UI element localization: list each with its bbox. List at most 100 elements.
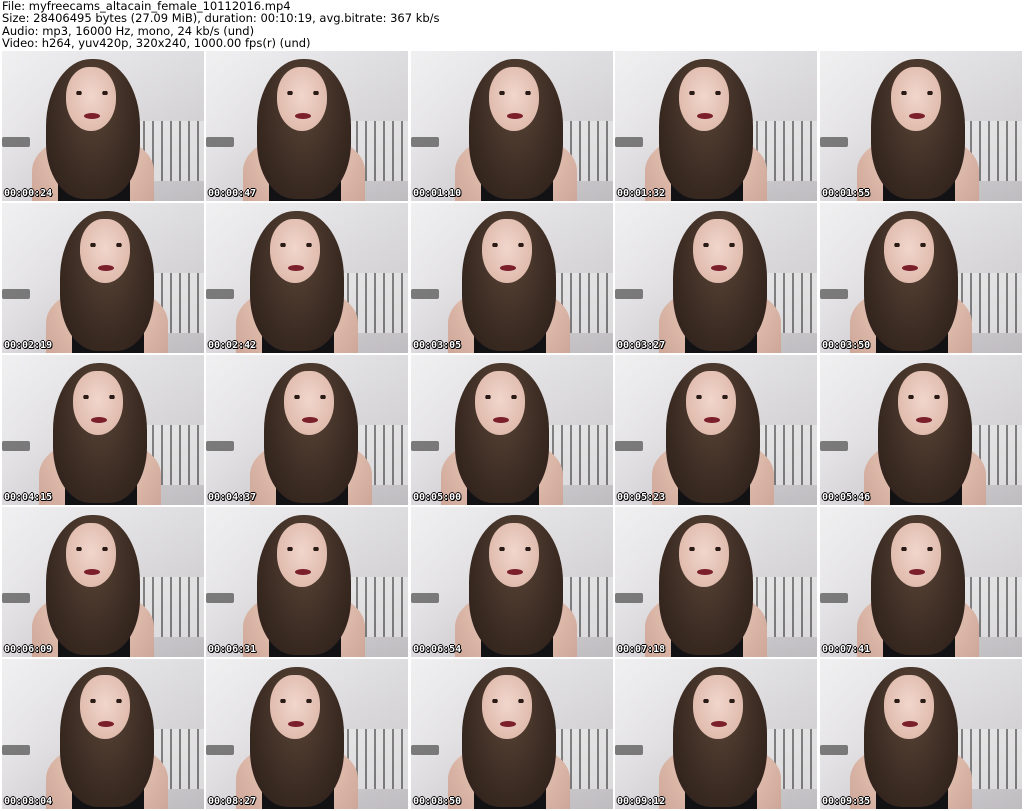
person-lips — [916, 417, 932, 423]
file-size-line: Size: 28406495 bytes (27.09 MiB), durati… — [2, 11, 440, 26]
video-thumbnail: 00:05:46 — [820, 355, 1022, 505]
person-face — [80, 675, 130, 739]
video-thumbnail: 00:01:10 — [411, 51, 613, 201]
person-lips — [500, 265, 516, 271]
thumbnail-timestamp: 00:01:32 — [617, 188, 666, 199]
person-lips — [288, 721, 304, 727]
person-lips — [902, 721, 918, 727]
person-lips — [493, 417, 509, 423]
person-face — [693, 675, 743, 739]
thumbnail-background-shelf — [615, 289, 643, 299]
video-thumbnail: 00:05:23 — [615, 355, 817, 505]
video-thumbnail: 00:00:47 — [206, 51, 408, 201]
thumbnail-timestamp: 00:08:27 — [208, 796, 257, 807]
video-thumbnail: 00:03:50 — [820, 203, 1022, 353]
thumbnail-person-figure — [641, 57, 771, 201]
thumbnail-background-shelf — [2, 745, 30, 755]
person-lips — [84, 569, 100, 575]
person-eyes — [694, 395, 730, 399]
thumbnail-background-shelf — [206, 289, 234, 299]
thumbnail-person-figure — [232, 665, 362, 809]
video-thumbnail: 00:09:12 — [615, 659, 817, 809]
thumbnail-background-shelf — [615, 137, 643, 147]
person-lips — [98, 721, 114, 727]
video-thumbnail: 00:08:04 — [2, 659, 204, 809]
person-eyes — [490, 243, 526, 247]
thumbnail-timestamp: 00:02:42 — [208, 340, 257, 351]
thumbnail-timestamp: 00:00:24 — [4, 188, 53, 199]
thumbnail-person-figure — [437, 361, 567, 505]
thumbnail-person-figure — [42, 209, 172, 353]
person-eyes — [81, 395, 117, 399]
person-eyes — [74, 547, 110, 551]
thumbnail-timestamp: 00:09:35 — [822, 796, 871, 807]
person-lips — [909, 569, 925, 575]
thumbnail-person-figure — [246, 361, 376, 505]
person-face — [277, 523, 327, 587]
person-lips — [98, 265, 114, 271]
person-eyes — [88, 699, 124, 703]
person-eyes — [278, 243, 314, 247]
person-face — [898, 371, 948, 435]
thumbnail-background-shelf — [820, 441, 848, 451]
thumbnail-background-shelf — [206, 593, 234, 603]
person-face — [679, 523, 729, 587]
person-face — [679, 67, 729, 131]
thumbnail-background-shelf — [615, 441, 643, 451]
person-lips — [295, 113, 311, 119]
person-lips — [902, 265, 918, 271]
thumbnail-background-shelf — [411, 441, 439, 451]
thumbnail-person-figure — [239, 513, 369, 657]
thumbnail-background-shelf — [206, 745, 234, 755]
video-thumbnail: 00:08:27 — [206, 659, 408, 809]
person-face — [884, 675, 934, 739]
person-face — [489, 523, 539, 587]
thumbnail-timestamp: 00:04:15 — [4, 492, 53, 503]
thumbnail-timestamp: 00:03:27 — [617, 340, 666, 351]
thumbnail-background-shelf — [206, 137, 234, 147]
thumbnail-timestamp: 00:07:41 — [822, 644, 871, 655]
thumbnail-person-figure — [42, 665, 172, 809]
person-lips — [711, 721, 727, 727]
video-thumbnail: 00:06:54 — [411, 507, 613, 657]
thumbnail-timestamp: 00:08:04 — [4, 796, 53, 807]
person-lips — [91, 417, 107, 423]
thumbnail-timestamp: 00:02:19 — [4, 340, 53, 351]
person-face — [66, 67, 116, 131]
person-lips — [84, 113, 100, 119]
person-eyes — [285, 91, 321, 95]
thumbnail-background-shelf — [820, 289, 848, 299]
person-eyes — [906, 395, 942, 399]
person-lips — [288, 265, 304, 271]
person-eyes — [74, 91, 110, 95]
video-thumbnail: 00:04:15 — [2, 355, 204, 505]
person-eyes — [292, 395, 328, 399]
thumbnail-background-shelf — [615, 745, 643, 755]
thumbnail-person-figure — [860, 361, 990, 505]
person-eyes — [899, 547, 935, 551]
thumbnail-person-figure — [853, 57, 983, 201]
thumbnail-background-shelf — [411, 593, 439, 603]
video-thumbnail: 00:04:37 — [206, 355, 408, 505]
thumbnail-person-figure — [655, 209, 785, 353]
person-eyes — [285, 547, 321, 551]
person-eyes — [687, 547, 723, 551]
thumbnail-person-figure — [846, 209, 976, 353]
person-face — [891, 523, 941, 587]
video-thumbnail: 00:03:05 — [411, 203, 613, 353]
video-thumbnail: 00:00:24 — [2, 51, 204, 201]
person-face — [73, 371, 123, 435]
thumbnail-timestamp: 00:03:05 — [413, 340, 462, 351]
thumbnail-person-figure — [232, 209, 362, 353]
person-lips — [295, 569, 311, 575]
person-face — [66, 523, 116, 587]
person-lips — [697, 569, 713, 575]
thumbnail-person-figure — [655, 665, 785, 809]
video-thumbnail: 00:07:41 — [820, 507, 1022, 657]
file-info-header: File: myfreecams_altacain_female_1011201… — [2, 0, 1022, 50]
thumbnail-timestamp: 00:01:10 — [413, 188, 462, 199]
person-eyes — [88, 243, 124, 247]
person-face — [686, 371, 736, 435]
person-lips — [302, 417, 318, 423]
video-thumbnail: 00:06:09 — [2, 507, 204, 657]
